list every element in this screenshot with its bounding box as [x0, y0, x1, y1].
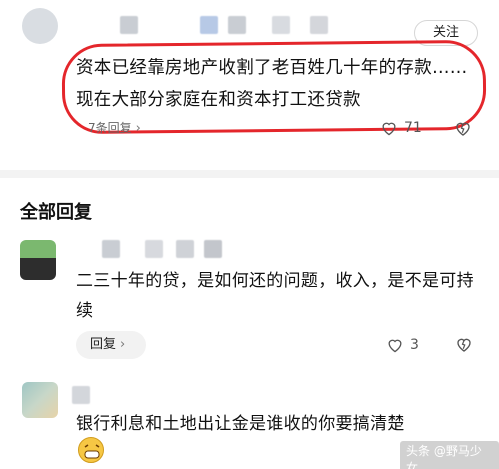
username-blurred [145, 240, 163, 258]
username-blurred [272, 16, 290, 34]
watermark: 头条 @野马少女 [400, 441, 499, 469]
username-blurred [72, 386, 90, 404]
like-button[interactable]: 71 [380, 120, 422, 136]
username-blurred [204, 240, 222, 258]
dislike-button[interactable] [455, 336, 479, 354]
avatar[interactable] [22, 8, 58, 44]
reply-button-label: 回复 [90, 337, 117, 352]
reply-count-label: 7条回复 [88, 121, 132, 135]
chevron-right-icon: › [120, 337, 126, 352]
dislike-button[interactable] [454, 120, 478, 138]
username-blurred [120, 16, 138, 34]
username-blurred [228, 16, 246, 34]
like-count: 3 [410, 337, 419, 353]
comment-text: 资本已经靠房地产收割了老百姓几十年的存款……现在大部分家庭在和资本打工还贷款 [76, 58, 468, 110]
grinning-emoji-icon [78, 437, 104, 463]
username-blurred [200, 16, 218, 34]
section-divider [0, 170, 499, 178]
chevron-right-icon: › [135, 121, 141, 136]
heart-icon [382, 122, 396, 136]
section-title: 全部回复 [20, 202, 92, 223]
heart-icon [388, 339, 402, 353]
avatar[interactable] [22, 382, 58, 418]
reply-button[interactable]: 回复 › [76, 331, 146, 359]
reply-count-link[interactable]: 7条回复 › [88, 119, 141, 136]
username-blurred [310, 16, 328, 34]
dislike-icon [456, 122, 470, 136]
like-button[interactable]: 3 [386, 337, 419, 353]
reply-text: 银行利息和土地出让金是谁收的你要搞清楚 [76, 414, 405, 434]
avatar[interactable] [20, 240, 56, 280]
username-blurred [176, 240, 194, 258]
dislike-icon [457, 338, 471, 352]
username-blurred [102, 240, 120, 258]
reply-text: 二三十年的贷，是如何还的问题，收入，是不是可持续 [76, 271, 474, 321]
like-count: 71 [404, 120, 422, 136]
